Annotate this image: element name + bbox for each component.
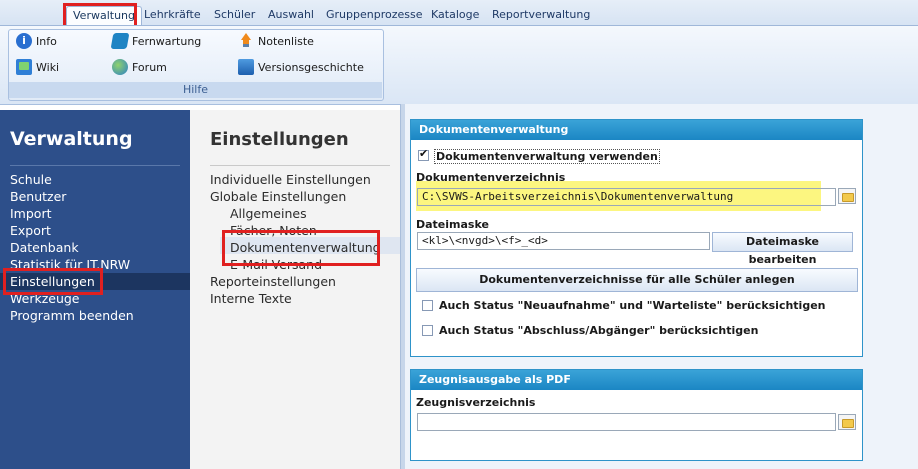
notenliste-button[interactable]: Notenliste <box>238 31 314 51</box>
globe-icon <box>112 59 128 75</box>
wiki-label: Wiki <box>36 60 60 74</box>
tab-auswahl[interactable]: Auswahl <box>262 6 320 26</box>
highlight-nav-einstellungen <box>3 268 103 295</box>
ribbon-tabbar: Verwaltung Lehrkräfte Schüler Auswahl Gr… <box>0 0 918 26</box>
nav-item-benutzer[interactable]: Benutzer <box>0 188 190 205</box>
tab-lehrkraefte[interactable]: Lehrkräfte <box>138 6 207 26</box>
status-abschluss-label: Auch Status "Abschluss/Abgänger" berücks… <box>439 324 759 337</box>
nav-divider <box>10 165 180 166</box>
remote-support-icon <box>110 33 130 49</box>
fernwartung-label: Fernwartung <box>132 34 202 48</box>
history-icon <box>238 59 254 75</box>
highlight-settings-dokumentenverwaltung <box>222 230 380 266</box>
dateimaske-label: Dateimaske <box>416 218 489 231</box>
fernwartung-button[interactable]: Fernwartung <box>110 31 202 51</box>
forum-label: Forum <box>132 60 167 74</box>
nav-item-datenbank[interactable]: Datenbank <box>0 239 190 256</box>
panel-dokumentenverwaltung-header: Dokumentenverwaltung <box>411 120 862 140</box>
settings-item-globale[interactable]: Globale Einstellungen <box>210 188 346 205</box>
settings-item-individuelle[interactable]: Individuelle Einstellungen <box>210 171 371 188</box>
status-neuaufnahme-checkbox[interactable] <box>422 300 433 311</box>
monitor-icon <box>16 59 32 75</box>
settings-item-interne-texte[interactable]: Interne Texte <box>210 290 292 307</box>
dateimaske-bearbeiten-button[interactable]: Dateimaske bearbeiten <box>712 232 853 266</box>
wiki-button[interactable]: Wiki <box>16 57 59 77</box>
settings-divider <box>210 165 390 166</box>
nav-title: Verwaltung <box>10 128 133 150</box>
nav-item-schule[interactable]: Schule <box>0 171 190 188</box>
folder-icon[interactable] <box>838 414 856 430</box>
use-dokumentenverwaltung-label: Dokumentenverwaltung verwenden <box>434 149 660 164</box>
info-button[interactable]: i Info <box>16 31 57 51</box>
folder-icon[interactable] <box>838 188 856 204</box>
tab-kataloge[interactable]: Kataloge <box>425 6 485 26</box>
settings-title: Einstellungen <box>210 129 349 150</box>
versionsgeschichte-button[interactable]: Versionsgeschichte <box>238 57 364 77</box>
zeugnisverzeichnis-input[interactable] <box>417 413 836 431</box>
info-icon: i <box>16 33 32 49</box>
nav-item-export[interactable]: Export <box>0 222 190 239</box>
info-label: Info <box>36 34 57 48</box>
use-dokumentenverwaltung-checkbox[interactable] <box>418 147 429 161</box>
status-neuaufnahme-label: Auch Status "Neuaufnahme" und "Wartelist… <box>439 299 826 312</box>
status-abschluss-checkbox[interactable] <box>422 325 433 336</box>
zeugnisverzeichnis-label: Zeugnisverzeichnis <box>416 396 536 409</box>
settings-item-allgemeines[interactable]: Allgemeines <box>230 205 307 222</box>
notenliste-label: Notenliste <box>258 34 314 48</box>
dokumentenverzeichnis-input[interactable]: C:\SVWS-Arbeitsverzeichnis\Dokumentenver… <box>417 188 836 206</box>
tab-reportverwaltung[interactable]: Reportverwaltung <box>486 6 596 26</box>
dateimaske-input[interactable]: <kl>\<nvgd>\<f>_<d> <box>417 232 710 250</box>
nav-item-import[interactable]: Import <box>0 205 190 222</box>
settings-item-reporteinstellungen[interactable]: Reporteinstellungen <box>210 273 336 290</box>
verzeichnisse-anlegen-button[interactable]: Dokumentenverzeichnisse für alle Schüler… <box>416 268 858 292</box>
forum-button[interactable]: Forum <box>112 57 167 77</box>
panel-zeugnisausgabe-header: Zeugnisausgabe als PDF <box>411 370 862 390</box>
nav-item-programm-beenden[interactable]: Programm beenden <box>0 307 190 324</box>
tab-gruppenprozesse[interactable]: Gruppenprozesse <box>320 6 429 26</box>
tab-schueler[interactable]: Schüler <box>208 6 261 26</box>
upload-arrow-icon <box>238 33 254 49</box>
ribbon-group-label: Hilfe <box>9 82 382 98</box>
versionsgeschichte-label: Versionsgeschichte <box>258 60 364 74</box>
